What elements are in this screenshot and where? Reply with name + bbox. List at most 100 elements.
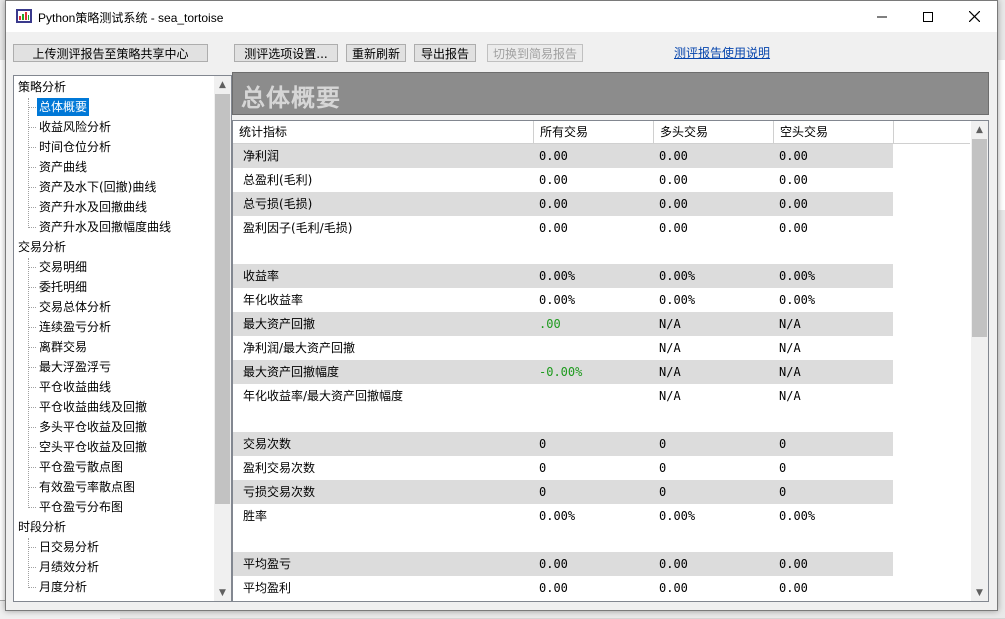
tree-connector: [28, 287, 36, 288]
table-row: 盈利交易次数 0 0 0: [233, 456, 893, 480]
tree-item[interactable]: 最大浮盈浮亏: [39, 358, 111, 376]
tree-group[interactable]: 交易分析: [18, 238, 66, 256]
table-cell-label: 收益率: [243, 269, 280, 283]
table-row: [233, 408, 893, 432]
minimize-button[interactable]: [859, 1, 905, 32]
column-header-long[interactable]: 多头交易: [654, 121, 774, 143]
tree-connector: [28, 207, 36, 208]
table-row: 最大资产回撤幅度 -0.00% N/A N/A: [233, 360, 893, 384]
tree-item[interactable]: 多头平仓收益及回撤: [39, 418, 147, 436]
tree-connector: [28, 587, 36, 588]
table-cell-label: 最大资产回撤幅度: [243, 365, 340, 379]
tree-item[interactable]: 月绩效分析: [39, 558, 99, 576]
table-cell-long: N/A: [659, 341, 681, 355]
navigation-tree: 策略分析总体概要收益风险分析 时间仓位分析 资产曲线资产及水下(回撤)曲线 资产升水及…: [13, 75, 232, 602]
tree-item[interactable]: 平仓盈亏散点图: [39, 458, 123, 476]
table-cell-short: 0.00: [779, 221, 808, 235]
column-header-all[interactable]: 所有交易: [534, 121, 654, 143]
table-cell-all: 0.00: [539, 557, 568, 571]
table-cell-long: 0: [659, 485, 667, 499]
tree-item[interactable]: 委托明细: [39, 278, 87, 296]
tree-item[interactable]: 日交易分析: [39, 538, 99, 556]
tree-item[interactable]: 交易明细: [39, 258, 87, 276]
switch-simple-report-button[interactable]: 切换到简易报告: [487, 44, 583, 62]
table-cell-long: 0: [659, 437, 667, 451]
table-cell-long: 0.00: [659, 173, 688, 187]
tree-connector: [28, 487, 36, 488]
scroll-down-icon[interactable]: ▼: [214, 584, 231, 601]
export-report-button[interactable]: 导出报告: [414, 44, 476, 62]
table-cell-short: 0.00: [779, 149, 808, 163]
table-cell-label: 交易次数: [243, 437, 292, 451]
table-cell-all: 0: [539, 437, 547, 451]
tree-connector: [28, 167, 36, 168]
tree-item[interactable]: 资产及水下(回撤)曲线: [39, 178, 156, 196]
table-cell-all: 0.00: [539, 581, 568, 595]
column-header-short[interactable]: 空头交易: [774, 121, 894, 143]
tree-item[interactable]: 空头平仓收益及回撤: [39, 438, 147, 456]
tree-item[interactable]: 资产升水及回撤幅度曲线: [39, 218, 171, 236]
tree-item[interactable]: 收益风险分析: [39, 118, 111, 136]
tree-item[interactable]: 连续盈亏分析: [39, 318, 111, 336]
tree-connector: [28, 307, 36, 308]
tree-item[interactable]: 交易总体分析: [39, 298, 111, 316]
tree-item[interactable]: 资产升水及回撤曲线: [39, 198, 147, 216]
table-cell-long: 0.00: [659, 197, 688, 211]
tree-content: 策略分析总体概要收益风险分析 时间仓位分析 资产曲线资产及水下(回撤)曲线 资产升水及…: [14, 76, 213, 601]
table-scroll-down-icon[interactable]: ▼: [971, 584, 988, 601]
table-header: 统计指标 所有交易 多头交易 空头交易: [233, 121, 970, 144]
tree-item[interactable]: 离群交易: [39, 338, 87, 356]
refresh-button[interactable]: 重新刷新: [346, 44, 406, 62]
table-cell-all: 0.00%: [539, 269, 576, 283]
tree-item[interactable]: 时间仓位分析: [39, 138, 111, 156]
report-options-button[interactable]: 测评选项设置...: [234, 44, 338, 62]
close-button[interactable]: [951, 1, 997, 32]
table-scroll-up-icon[interactable]: ▲: [971, 121, 988, 138]
close-icon: [968, 11, 980, 22]
table-cell-long: 0.00%: [659, 509, 696, 523]
table-cell-short: 0.00: [779, 173, 808, 187]
report-help-link[interactable]: 测评报告使用说明: [674, 44, 770, 61]
tree-item[interactable]: 平仓盈亏分布图: [39, 498, 123, 516]
table-cell-all: 0.00: [539, 173, 568, 187]
tree-connector: [28, 267, 36, 268]
table-cell-label: 总亏损(毛损): [243, 197, 313, 211]
table-cell-long: N/A: [659, 389, 681, 403]
maximize-button[interactable]: [905, 1, 951, 32]
table-scroll-thumb[interactable]: [972, 139, 987, 337]
tree-connector: [28, 507, 36, 508]
table-cell-all: 0.00: [539, 197, 568, 211]
table-cell-short: 0: [779, 461, 787, 475]
tree-item[interactable]: 平仓收益曲线: [39, 378, 111, 396]
title-bar[interactable]: Python策略测试系统 - sea_tortoise: [6, 1, 997, 32]
table-scrollbar[interactable]: ▲ ▼: [971, 121, 988, 601]
tree-item[interactable]: 平仓收益曲线及回撤: [39, 398, 147, 416]
table-cell-short: N/A: [779, 365, 801, 379]
table-row: 亏损交易次数 0 0 0: [233, 480, 893, 504]
tree-item[interactable]: 有效盈亏率散点图: [39, 478, 135, 496]
column-header-metric[interactable]: 统计指标: [233, 121, 534, 143]
tree-item[interactable]: 资产曲线: [39, 158, 87, 176]
section-title: 总体概要: [241, 83, 341, 112]
app-icon: [16, 9, 32, 23]
tree-group[interactable]: 策略分析: [18, 78, 66, 96]
tree-connector: [28, 407, 36, 408]
table-cell-all: 0: [539, 485, 547, 499]
table-cell-short: 0.00%: [779, 509, 816, 523]
tree-item[interactable]: 月度分析: [39, 578, 87, 596]
tree-connector: [28, 447, 36, 448]
table-row: [233, 240, 893, 264]
scroll-up-icon[interactable]: ▲: [214, 76, 231, 93]
tree-scroll-thumb[interactable]: [215, 94, 230, 504]
upload-report-button[interactable]: 上传测评报告至策略共享中心: [13, 44, 208, 62]
tree-scrollbar[interactable]: ▲ ▼: [214, 76, 231, 601]
table-row: 年化收益率/最大资产回撤幅度 N/A N/A: [233, 384, 893, 408]
tree-connector: [28, 327, 36, 328]
table-cell-long: 0.00: [659, 221, 688, 235]
tree-item[interactable]: 总体概要: [37, 98, 90, 116]
table-cell-label: 平均盈亏: [243, 557, 292, 571]
tree-group[interactable]: 时段分析: [18, 518, 66, 536]
table-row: 总亏损(毛损) 0.00 0.00 0.00: [233, 192, 893, 216]
tree-connector: [28, 187, 36, 188]
table-cell-label: 最大资产回撤: [243, 317, 316, 331]
